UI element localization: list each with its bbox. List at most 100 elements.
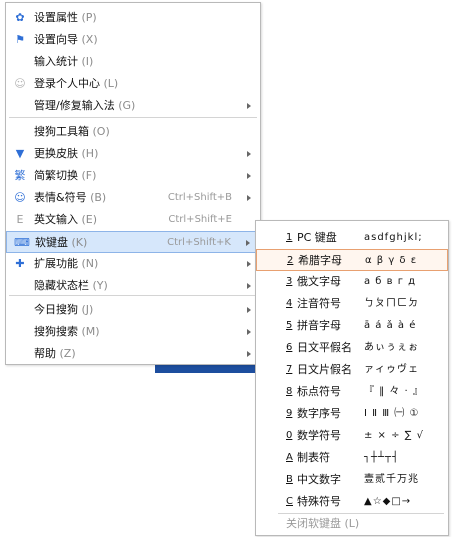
menu-item-text: 软键盘	[35, 236, 68, 249]
soft-keyboard-item-5[interactable]: 5 拼音字母 ā á ǎ à é	[256, 315, 448, 337]
menu-item-text: 隐藏状态栏	[34, 279, 89, 292]
soft-keyboard-item-sample: 壹贰千万兆	[364, 474, 419, 485]
soft-keyboard-item-A[interactable]: A 制表符 ┐┼┴┬┤	[256, 447, 448, 469]
menu-item-11[interactable]: ⌨ 软键盘 (K) Ctrl+Shift+K	[6, 231, 260, 253]
menu-item-shortcut: Ctrl+Shift+K	[167, 237, 231, 248]
soft-keyboard-item-sample: あぃぅぇぉ	[364, 342, 419, 353]
menu-item-icon-slot	[13, 279, 27, 293]
soft-keyboard-item-label: 特殊符号	[297, 495, 341, 508]
soft-keyboard-item-label: 日文平假名	[297, 341, 352, 354]
soft-keyboard-item-label: 注音符号	[297, 297, 341, 310]
soft-keyboard-item-2[interactable]: 2 希腊字母 α β γ δ ε	[256, 249, 448, 271]
submenu-arrow-icon	[246, 240, 250, 246]
soft-keyboard-item-number: B	[286, 474, 293, 485]
menu-item-label: 简繁切换 (F)	[34, 169, 96, 183]
soft-keyboard-item-number: 1	[286, 232, 293, 243]
menu-item-7[interactable]: ▼ 更换皮肤 (H)	[6, 143, 260, 165]
menu-item-accelerator: (P)	[81, 11, 97, 24]
menu-item-accelerator: (E)	[81, 213, 98, 226]
soft-keyboard-item-number: C	[286, 496, 293, 507]
menu-item-text: 搜狗搜索	[34, 325, 78, 338]
menu-item-label: 登录个人中心 (L)	[34, 77, 118, 91]
soft-keyboard-item-sample: Ⅰ Ⅱ Ⅲ ㈠ ①	[364, 408, 420, 419]
menu-item-accelerator: (G)	[118, 99, 136, 112]
soft-keyboard-item-number: 9	[286, 408, 293, 419]
soft-keyboard-item-6[interactable]: 6 日文平假名 あぃぅぇぉ	[256, 337, 448, 359]
menu-item-8[interactable]: 繁简繁切换 (F)	[6, 165, 260, 187]
menu-item-accelerator: (Y)	[92, 279, 108, 292]
menu-item-text: 输入统计	[34, 55, 78, 68]
menu-item-14[interactable]: 今日搜狗 (J)	[6, 299, 260, 321]
soft-keyboard-item-3[interactable]: 3 俄文字母 а б в г д	[256, 271, 448, 293]
menu-item-9[interactable]: ☺ 表情&符号 (B) Ctrl+Shift+B	[6, 187, 260, 209]
menu-item-10[interactable]: E 英文输入 (E) Ctrl+Shift+E	[6, 209, 260, 231]
soft-keyboard-item-sample: ㄅㄆㄇㄈㄉ	[364, 298, 419, 309]
menu-separator	[9, 295, 257, 296]
soft-keyboard-item-9[interactable]: 9 数字序号 Ⅰ Ⅱ Ⅲ ㈠ ①	[256, 403, 448, 425]
menu-item-3[interactable]: 输入统计 (I)	[6, 51, 260, 73]
submenu-arrow-icon	[247, 173, 251, 179]
menu-item-icon-slot	[13, 347, 27, 361]
menu-item-accelerator: (M)	[81, 325, 100, 338]
soft-keyboard-item-B[interactable]: B 中文数字 壹贰千万兆	[256, 469, 448, 491]
menu-item-15[interactable]: 搜狗搜索 (M)	[6, 321, 260, 343]
menu-item-13[interactable]: 隐藏状态栏 (Y)	[6, 275, 260, 297]
menu-item-label: 搜狗搜索 (M)	[34, 325, 100, 339]
menu-separator	[9, 117, 257, 118]
menu-item-1[interactable]: ✿ 设置属性 (P)	[6, 7, 260, 29]
soft-keyboard-item-sample: α β γ δ ε	[365, 255, 418, 266]
soft-keyboard-item-C[interactable]: C 特殊符号 ▲☆◆□→	[256, 491, 448, 513]
menu-item-6[interactable]: 搜狗工具箱 (O)	[6, 121, 260, 143]
keyboard-icon: ⌨	[14, 236, 30, 249]
menu-item-accelerator: (J)	[81, 303, 94, 316]
menu-item-icon-slot	[13, 303, 27, 317]
soft-keyboard-item-label: 数字序号	[297, 407, 341, 420]
menu-item-5[interactable]: 管理/修复输入法 (G)	[6, 95, 260, 117]
menu-item-shortcut: Ctrl+Shift+E	[168, 214, 232, 225]
submenu-arrow-icon	[247, 195, 251, 201]
submenu-arrow-icon	[247, 103, 251, 109]
menu-item-text: 今日搜狗	[34, 303, 78, 316]
emoji-icon: ☺	[14, 191, 26, 204]
menu-item-label: 设置属性 (P)	[34, 11, 97, 25]
submenu-arrow-icon	[247, 151, 251, 157]
user-icon: ☺	[14, 77, 26, 90]
soft-keyboard-item-number: 6	[286, 342, 293, 353]
menu-item-text: 帮助	[34, 347, 56, 360]
menu-item-label: 表情&符号 (B)	[34, 191, 106, 205]
soft-keyboard-item-8[interactable]: 8 标点符号 『 ‖ 々 · 』	[256, 381, 448, 403]
soft-keyboard-item-label: 拼音字母	[297, 319, 341, 332]
menu-item-4[interactable]: ☺ 登录个人中心 (L)	[6, 73, 260, 95]
soft-keyboard-item-label: PC 键盘	[297, 231, 337, 244]
menu-item-label: 扩展功能 (N)	[34, 257, 98, 271]
menu-item-accelerator: (O)	[92, 125, 110, 138]
menu-item-label: 隐藏状态栏 (Y)	[34, 279, 108, 293]
soft-keyboard-item-sample: ┐┼┴┬┤	[364, 452, 400, 463]
soft-keyboard-item-7[interactable]: 7 日文片假名 ァィゥヴェ	[256, 359, 448, 381]
soft-keyboard-item-0[interactable]: 0 数学符号 ± × ÷ ∑ √	[256, 425, 448, 447]
menu-item-text: 设置向导	[34, 33, 78, 46]
menu-item-accelerator: (F)	[81, 169, 97, 182]
soft-keyboard-item-sample: ā á ǎ à é	[364, 320, 417, 331]
menu-item-text: 更换皮肤	[34, 147, 78, 160]
soft-keyboard-item-label: 俄文字母	[297, 275, 341, 288]
soft-keyboard-item-sample: ァィゥヴェ	[364, 364, 419, 375]
menu-item-label: 输入统计 (I)	[34, 55, 93, 69]
menu-item-text: 设置属性	[34, 11, 78, 24]
close-soft-keyboard-item[interactable]: 关闭软键盘 (L)	[286, 517, 359, 531]
menu-item-text: 扩展功能	[34, 257, 78, 270]
menu-item-accelerator: (N)	[81, 257, 99, 270]
menu-item-accelerator: (K)	[71, 236, 88, 249]
soft-keyboard-item-4[interactable]: 4 注音符号 ㄅㄆㄇㄈㄉ	[256, 293, 448, 315]
menu-item-16[interactable]: 帮助 (Z)	[6, 343, 260, 365]
menu-item-label: 设置向导 (X)	[34, 33, 98, 47]
english-input-icon: E	[16, 213, 24, 226]
menu-item-text: 简繁切换	[34, 169, 78, 182]
soft-keyboard-item-number: 3	[286, 276, 293, 287]
menu-item-accelerator: (I)	[81, 55, 94, 68]
soft-keyboard-item-1[interactable]: 1 PC 键盘 asdfghjkl;	[256, 227, 448, 249]
menu-item-text: 英文输入	[34, 213, 78, 226]
submenu-separator	[278, 513, 444, 514]
menu-item-12[interactable]: ✚ 扩展功能 (N)	[6, 253, 260, 275]
menu-item-2[interactable]: ⚑ 设置向导 (X)	[6, 29, 260, 51]
